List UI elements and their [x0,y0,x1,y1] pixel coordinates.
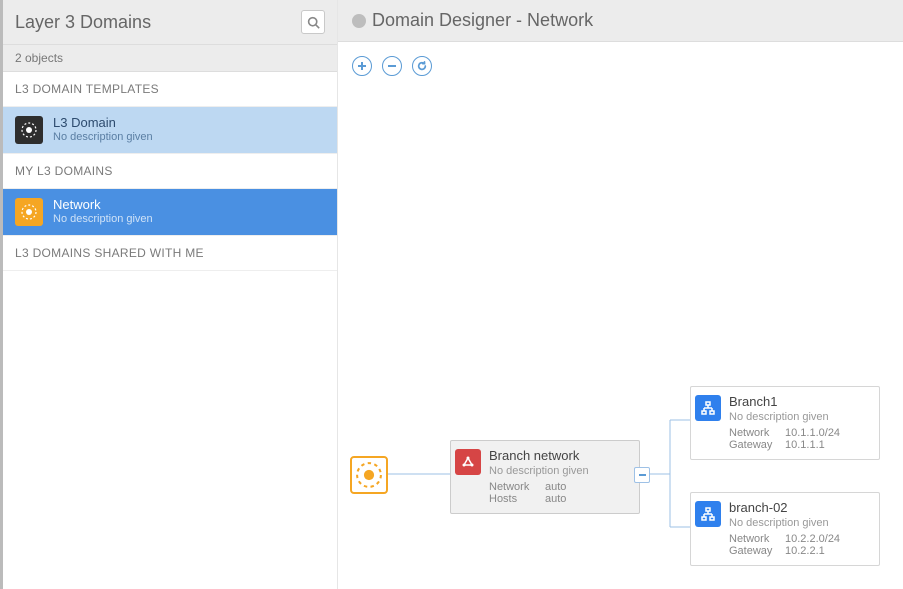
root-domain-node[interactable] [350,456,388,494]
plus-icon [357,61,367,71]
sidebar-item-l3-domain-template[interactable]: L3 Domain No description given [3,107,337,154]
main-title: Domain Designer - Network [372,10,593,31]
item-name: Network [53,197,153,213]
subnet-icon [695,501,721,527]
designer-toolbar [338,42,903,82]
designer-status-icon [352,14,366,28]
kv-value: auto [545,481,566,493]
item-text: Network No description given [53,197,153,227]
section-templates-header: L3 DOMAIN TEMPLATES [3,72,337,107]
node-desc: No description given [729,517,869,529]
main-panel: Domain Designer - Network [338,0,903,589]
sidebar-item-network[interactable]: Network No description given [3,189,337,236]
sidebar-header: Layer 3 Domains [3,0,337,45]
kv-label: Hosts [489,493,537,505]
kv-value: 10.1.1.1 [785,439,825,451]
reload-button[interactable] [412,56,432,76]
kv-label: Gateway [729,439,777,451]
add-button[interactable] [352,56,372,76]
kv-value: 10.2.2.1 [785,545,825,557]
kv-label: Network [489,481,537,493]
search-button[interactable] [301,10,325,34]
kv-label: Network [729,533,777,545]
sidebar-title: Layer 3 Domains [15,12,151,33]
reload-icon [417,61,427,71]
kv-label: Gateway [729,545,777,557]
app-root: Layer 3 Domains 2 objects L3 DOMAIN TEMP… [0,0,903,589]
node-title: Branch network [489,448,629,463]
node-title: branch-02 [729,500,869,515]
network-icon [15,198,43,226]
minus-icon [387,61,397,71]
main-header: Domain Designer - Network [338,0,903,42]
domain-icon [350,456,388,494]
zone-node-branch-network[interactable]: Branch network No description given Netw… [450,440,640,514]
section-my-domains-header: MY L3 DOMAINS [3,154,337,189]
search-icon [307,16,320,29]
subnet-node-branch-02[interactable]: branch-02 No description given Network 10… [690,492,880,566]
remove-button[interactable] [382,56,402,76]
item-name: L3 Domain [53,115,153,131]
zone-icon [455,449,481,475]
item-desc: No description given [53,213,153,227]
kv-value: 10.2.2.0/24 [785,533,840,545]
designer-canvas[interactable]: Branch network No description given Netw… [338,82,903,589]
node-title: Branch1 [729,394,869,409]
section-shared-header: L3 DOMAINS SHARED WITH ME [3,236,337,271]
template-icon [15,116,43,144]
item-desc: No description given [53,131,153,145]
item-text: L3 Domain No description given [53,115,153,145]
kv-label: Network [729,427,777,439]
kv-value: 10.1.1.0/24 [785,427,840,439]
collapse-toggle[interactable] [634,467,650,483]
node-desc: No description given [729,411,869,423]
node-desc: No description given [489,465,629,477]
object-count: 2 objects [3,45,337,72]
kv-value: auto [545,493,566,505]
sidebar: Layer 3 Domains 2 objects L3 DOMAIN TEMP… [3,0,338,589]
subnet-node-branch1[interactable]: Branch1 No description given Network 10.1… [690,386,880,460]
subnet-icon [695,395,721,421]
